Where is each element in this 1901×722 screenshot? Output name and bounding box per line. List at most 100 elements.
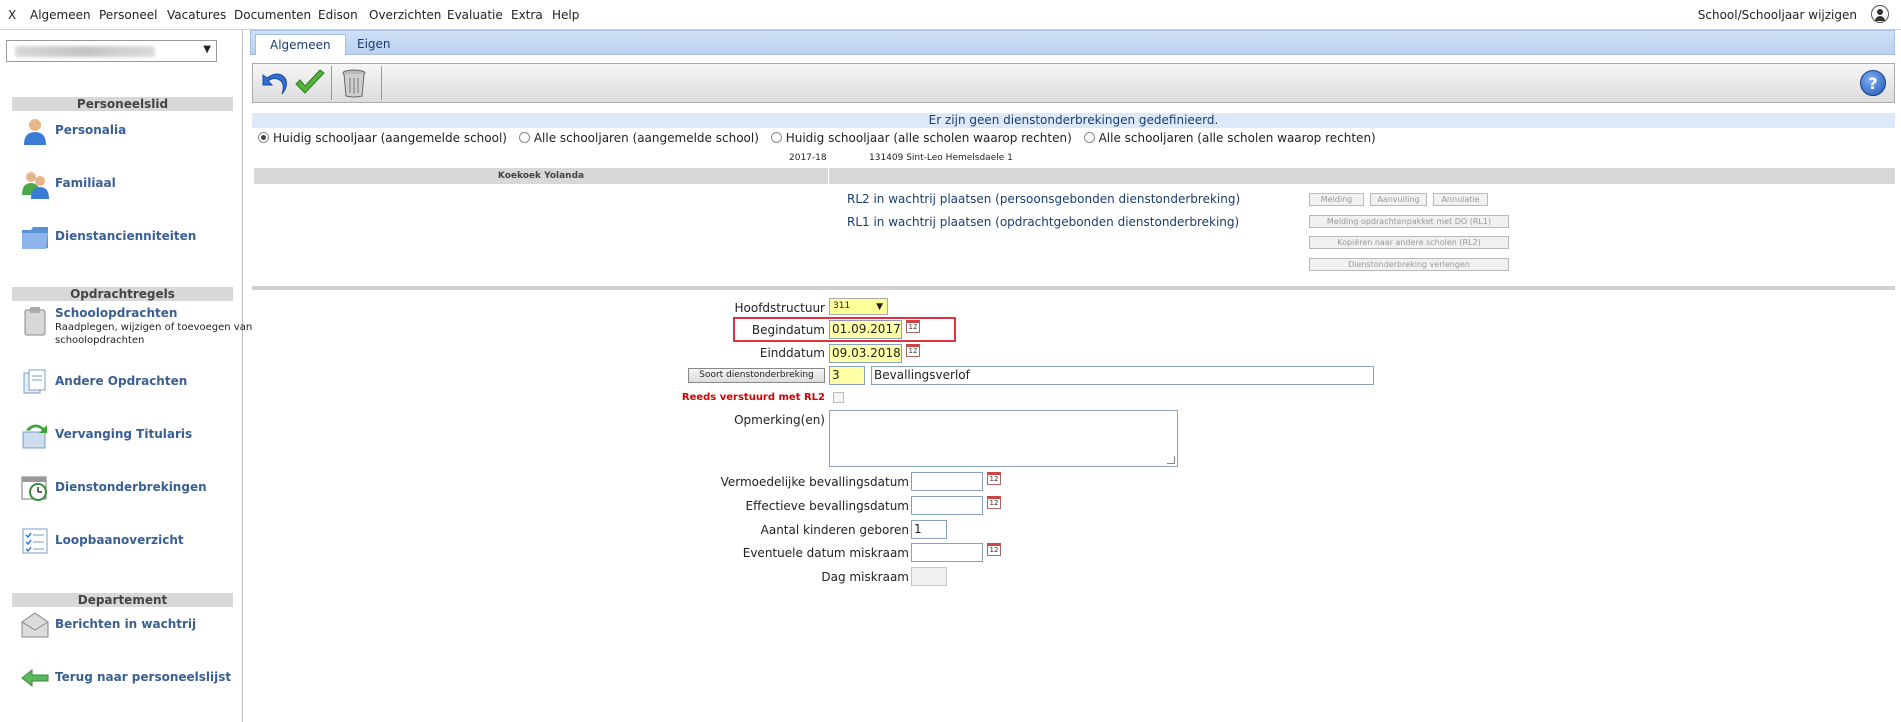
clipboard-icon: [24, 307, 46, 336]
radio-label: Alle schooljaren (alle scholen waarop re…: [1098, 131, 1376, 145]
sidebar-item-personalia[interactable]: Personalia: [20, 116, 220, 148]
radio-label: Huidig schooljaar (alle scholen waarop r…: [785, 131, 1072, 145]
soort-dienstonderbreking-button[interactable]: Soort dienstonderbreking: [688, 368, 825, 383]
sidebar-item-loopbaanoverzicht[interactable]: Loopbaanoverzicht: [20, 526, 220, 558]
menu-personeel[interactable]: Personeel: [99, 8, 157, 22]
sidebar-item-label: Schoolopdrachten: [55, 306, 178, 320]
sidebar-item-label: Familiaal: [55, 176, 116, 190]
tab-algemeen[interactable]: Algemeen: [255, 34, 346, 55]
menu-vacatures[interactable]: Vacatures: [167, 8, 226, 22]
annulatie-button[interactable]: Annulatie: [1433, 193, 1488, 206]
melding-rl1-button[interactable]: Melding opdrachtenpakket met DO (RL1): [1309, 215, 1509, 228]
info-message: Er zijn geen dienstonderbrekingen gedefi…: [252, 113, 1895, 128]
menu-algemeen[interactable]: Algemeen: [30, 8, 91, 22]
family-icon: [22, 172, 49, 199]
menu-overzichten[interactable]: Overzichten: [369, 8, 441, 22]
kopieren-button[interactable]: Kopiëren naar andere scholen (RL2): [1309, 236, 1509, 249]
calendar-icon[interactable]: 12: [987, 543, 1001, 556]
folder-icon: [22, 227, 48, 249]
menu-evaluatie[interactable]: Evaluatie: [447, 8, 503, 22]
help-icon[interactable]: ?: [1860, 70, 1886, 96]
tab-bar: Algemeen Eigen: [250, 30, 1895, 55]
toolbar: ?: [252, 63, 1895, 103]
checkmark-icon[interactable]: [293, 67, 327, 99]
melding-button[interactable]: Melding: [1309, 193, 1364, 206]
opmerking-label: Opmerking(en): [734, 413, 825, 427]
aanvulling-button[interactable]: Aanvulling: [1370, 193, 1427, 206]
hoofdstructuur-label: Hoofdstructuur: [734, 301, 826, 315]
close-menu[interactable]: X: [8, 8, 16, 22]
sidebar-item-schoolopdrachten[interactable]: Schoolopdrachten Raadplegen, wijzigen of…: [20, 306, 252, 356]
undo-icon[interactable]: [257, 67, 291, 99]
sidebar-item-berichten-wachtrij[interactable]: Berichten in wachtrij: [20, 610, 220, 642]
replace-icon: [22, 424, 47, 449]
soort-code-field[interactable]: 3: [829, 366, 865, 385]
hoofdstructuur-value: 311: [833, 301, 851, 311]
calendar-icon[interactable]: 12: [906, 320, 920, 333]
calendar-clock-icon: [21, 476, 47, 501]
opmerking-textarea[interactable]: [829, 410, 1178, 467]
aantal-kinderen-label: Aantal kinderen geboren: [760, 523, 909, 537]
section-departement: Departement: [12, 593, 233, 607]
blurred-school-name: [15, 46, 155, 57]
sidebar-item-terug[interactable]: Terug naar personeelslijst: [20, 663, 231, 695]
sidebar-item-description: Raadplegen, wijzigen of toevoegen van sc…: [55, 322, 253, 346]
menu-documenten[interactable]: Documenten: [234, 8, 311, 22]
radio-huidig-alle[interactable]: Huidig schooljaar (alle scholen waarop r…: [770, 131, 1072, 145]
section-opdrachtregels: Opdrachtregels: [12, 287, 233, 301]
radio-label: Huidig schooljaar (aangemelde school): [273, 131, 507, 145]
change-school-year-link[interactable]: School/Schooljaar wijzigen: [1698, 8, 1857, 22]
toolbar-separator: [331, 66, 332, 100]
school-select[interactable]: ▼: [6, 40, 217, 62]
calendar-icon[interactable]: 12: [906, 344, 920, 357]
radio-alle-alle[interactable]: Alle schooljaren (alle scholen waarop re…: [1083, 131, 1376, 145]
rl2-text: RL2 in wachtrij plaatsen (persoonsgebond…: [847, 192, 1241, 206]
menu-edison[interactable]: Edison: [318, 8, 358, 22]
hoofdstructuur-select[interactable]: 311 ▼: [829, 298, 888, 315]
arrow-left-icon: [21, 668, 49, 688]
reeds-verstuurd-label: Reeds verstuurd met RL2: [681, 392, 825, 403]
radio-label: Alle schooljaren (aangemelde school): [533, 131, 759, 145]
section-personeelslid: Personeelslid: [12, 97, 233, 111]
user-icon[interactable]: [1871, 5, 1889, 23]
chevron-down-icon: ▼: [203, 44, 211, 55]
vermoedelijke-label: Vermoedelijke bevallingsdatum: [720, 475, 909, 489]
sidebar-item-label: Andere Opdrachten: [55, 374, 188, 388]
radio-alle-aangemeld[interactable]: Alle schooljaren (aangemelde school): [518, 131, 759, 145]
radio-huidig-aangemeld[interactable]: Huidig schooljaar (aangemelde school): [258, 131, 507, 145]
reeds-verstuurd-checkbox[interactable]: [833, 392, 844, 403]
menu-extra[interactable]: Extra: [511, 8, 543, 22]
sidebar-item-dienstancienniteiten[interactable]: Dienstancienniteiten: [20, 222, 220, 254]
sidebar-item-familiaal[interactable]: Familiaal: [20, 169, 220, 201]
documents-icon: [23, 369, 46, 394]
radio-indicator: [770, 132, 782, 143]
school-year: 2017-18: [789, 153, 827, 163]
effectieve-field[interactable]: [911, 496, 983, 515]
calendar-icon[interactable]: 12: [987, 496, 1001, 509]
datum-miskraam-label: Eventuele datum miskraam: [742, 546, 909, 560]
sidebar-item-label: Vervanging Titularis: [55, 427, 193, 441]
begindatum-field[interactable]: 01.09.2017: [829, 320, 902, 339]
chevron-down-icon: ▼: [876, 302, 883, 312]
dag-miskraam-field[interactable]: [911, 567, 947, 586]
person-icon: [24, 119, 46, 145]
sidebar-item-andere-opdrachten[interactable]: Andere Opdrachten: [20, 367, 220, 399]
sidebar-item-label: Personalia: [55, 123, 127, 137]
aantal-kinderen-field[interactable]: 1: [911, 520, 947, 539]
sidebar-item-dienstonderbrekingen[interactable]: Dienstonderbrekingen: [20, 473, 220, 505]
tab-eigen[interactable]: Eigen: [343, 34, 405, 55]
sidebar-item-label: Loopbaanoverzicht: [55, 533, 184, 547]
school-name: 131409 Sint-Leo Hemelsdaele 1: [869, 153, 1013, 163]
soort-description-field[interactable]: Bevallingsverlof: [871, 366, 1374, 385]
radio-indicator: [1083, 132, 1095, 143]
vermoedelijke-field[interactable]: [911, 472, 983, 491]
trash-icon[interactable]: [337, 67, 371, 99]
calendar-icon[interactable]: 12: [987, 472, 1001, 485]
toolbar-separator: [381, 66, 382, 100]
menu-help[interactable]: Help: [552, 8, 579, 22]
datum-miskraam-field[interactable]: [911, 543, 983, 562]
einddatum-field[interactable]: 09.03.2018: [829, 344, 902, 363]
sidebar-item-vervanging-titularis[interactable]: Vervanging Titularis: [20, 420, 220, 452]
verlengen-button[interactable]: Dienstonderbreking verlengen: [1309, 258, 1509, 271]
checklist-icon: [22, 528, 48, 554]
